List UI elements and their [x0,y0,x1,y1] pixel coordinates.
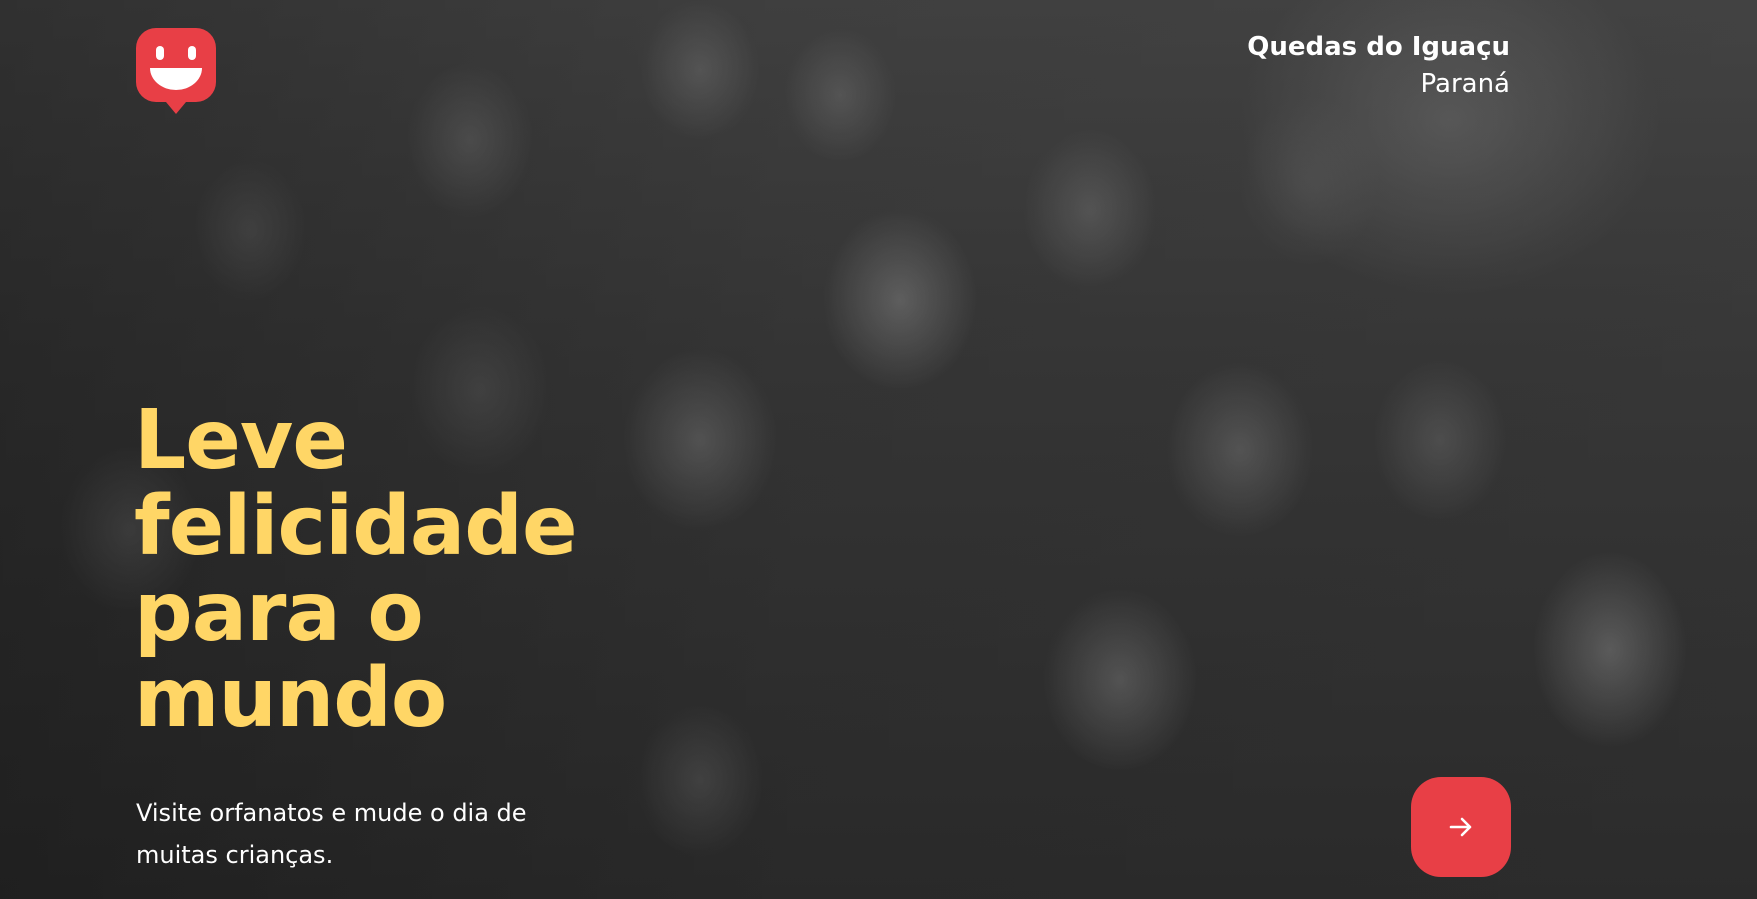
happy-logo-icon[interactable] [136,28,216,116]
location-info: Quedas do Iguaçu Paraná [1247,30,1510,104]
location-city: Quedas do Iguaçu [1247,32,1510,62]
hero-section: Quedas do Iguaçu Paraná Leve felicidade … [0,0,1757,899]
page-title: Leve felicidade para o mundo [134,393,578,746]
enter-app-button[interactable] [1411,777,1511,877]
arrow-right-icon [1449,817,1472,837]
page-subtitle: Visite orfanatos e mude o dia de muitas … [136,799,527,869]
smiley-chat-icon [136,28,216,114]
location-state: Paraná [1420,69,1510,99]
